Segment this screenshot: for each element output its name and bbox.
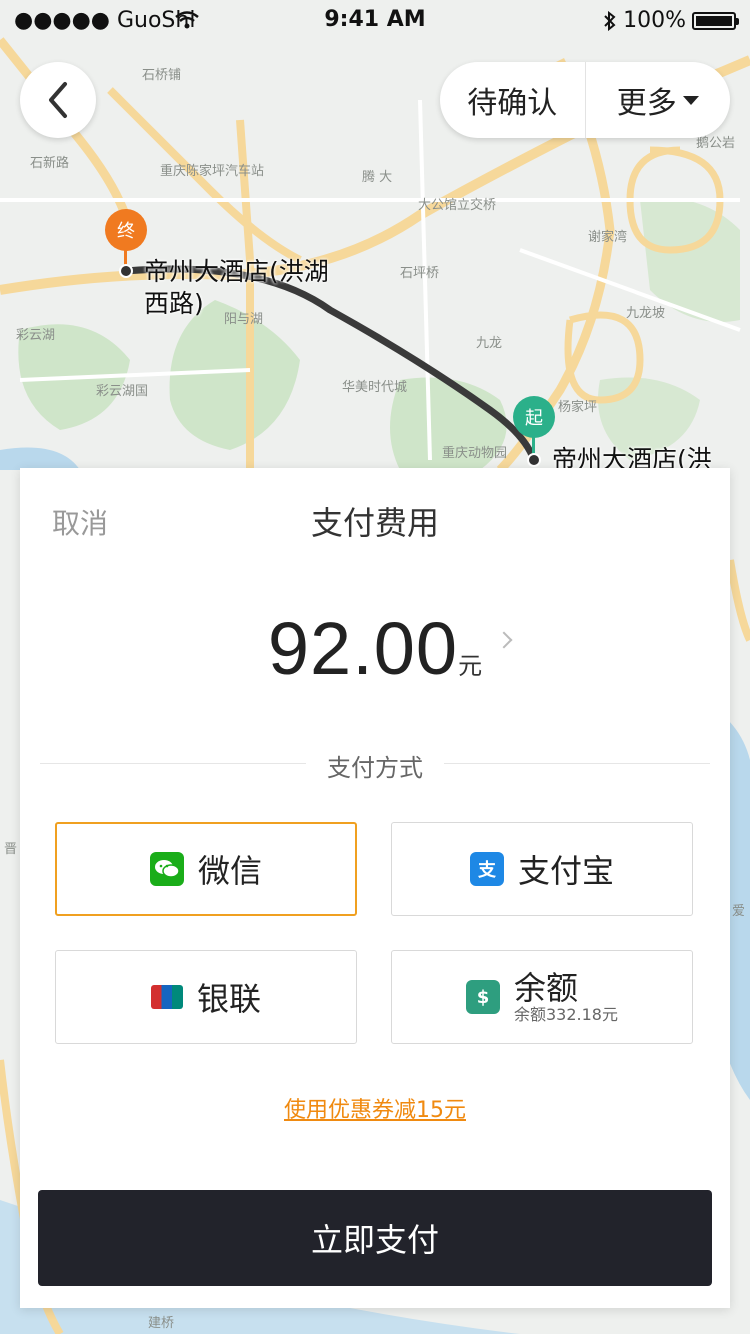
- order-status-button[interactable]: 待确认: [440, 78, 585, 122]
- start-pin[interactable]: 起: [513, 396, 555, 438]
- start-pin-label: 起: [525, 408, 543, 429]
- start-dot: [527, 453, 541, 467]
- pay-option-alipay[interactable]: 支 支付宝: [391, 822, 693, 916]
- map-label: 九龙坡: [626, 306, 666, 321]
- pay-option-label: 支付宝: [517, 852, 614, 890]
- wallet-icon: $: [466, 980, 500, 1014]
- more-button[interactable]: 更多: [586, 78, 731, 122]
- coupon-link[interactable]: 使用优惠券减15元: [20, 1092, 730, 1124]
- status-right: 100%: [603, 8, 739, 33]
- payment-method-title: 支付方式: [327, 754, 423, 782]
- pay-now-button[interactable]: 立即支付: [38, 1190, 712, 1286]
- map-label: 彩云湖国: [96, 384, 149, 399]
- payment-sheet: 取消 支付费用 92.00元 支付方式 微信 支 支付宝 银联 $ 余额 余额3…: [20, 468, 730, 1308]
- wechat-icon: [149, 852, 184, 886]
- battery-percent: 100%: [623, 8, 686, 33]
- pay-option-label: 微信: [197, 852, 262, 890]
- map-label: 建桥: [148, 1316, 175, 1331]
- map-label: 九龙: [476, 336, 503, 351]
- amount-unit: 元: [458, 652, 483, 680]
- pay-option-label: 银联: [196, 980, 261, 1018]
- map-label: 腾 大: [362, 170, 393, 185]
- sheet-title: 支付费用: [310, 504, 439, 542]
- end-dot: [119, 264, 133, 278]
- battery-icon: [692, 11, 739, 30]
- top-actions: 待确认 更多: [440, 62, 730, 138]
- pay-option-unionpay[interactable]: 银联: [55, 950, 357, 1044]
- pay-option-wechat[interactable]: 微信: [55, 822, 357, 916]
- pay-option-balance[interactable]: $ 余额 余额332.18元: [391, 950, 693, 1044]
- map-label: 谢家湾: [588, 230, 628, 245]
- fare-amount[interactable]: 92.00元: [20, 606, 730, 691]
- map-label: 杨家坪: [558, 400, 598, 415]
- balance-text: 余额 余额332.18元: [514, 968, 618, 1024]
- amount-value: 92.00: [267, 607, 459, 690]
- map-label: 大公馆立交桥: [418, 198, 497, 213]
- map-label: 华美时代城: [342, 380, 408, 395]
- alipay-icon: 支: [469, 852, 504, 886]
- map-label: 石坪桥: [400, 266, 440, 281]
- end-pin[interactable]: 终: [105, 209, 147, 251]
- map-label: 彩云湖: [16, 328, 56, 343]
- back-button[interactable]: [20, 62, 96, 138]
- map-label: 石新路: [30, 156, 70, 171]
- chevron-left-icon: [49, 82, 67, 118]
- map-label: 重庆动物园: [442, 446, 508, 461]
- end-pin-label: 终: [117, 221, 135, 242]
- wifi-icon: [175, 11, 199, 29]
- unionpay-icon: [150, 985, 183, 1009]
- status-bar: ●●●●● GuoShi 9:41 AM 100%: [0, 0, 750, 40]
- map-label: 晋: [4, 842, 18, 857]
- divider-right: [444, 763, 710, 764]
- chevron-right-icon: [495, 631, 513, 649]
- bluetooth-icon: [604, 10, 616, 31]
- map-label: 爱: [732, 904, 746, 919]
- pay-option-label: 余额: [514, 968, 579, 1007]
- caret-down-icon: [682, 95, 699, 105]
- map-label: 石桥铺: [142, 68, 182, 83]
- map-label: 重庆陈家坪汽车站: [160, 164, 265, 179]
- balance-amount: 余额332.18元: [514, 1004, 618, 1024]
- end-place-label: 帝州大酒店(洪湖西路): [144, 257, 329, 318]
